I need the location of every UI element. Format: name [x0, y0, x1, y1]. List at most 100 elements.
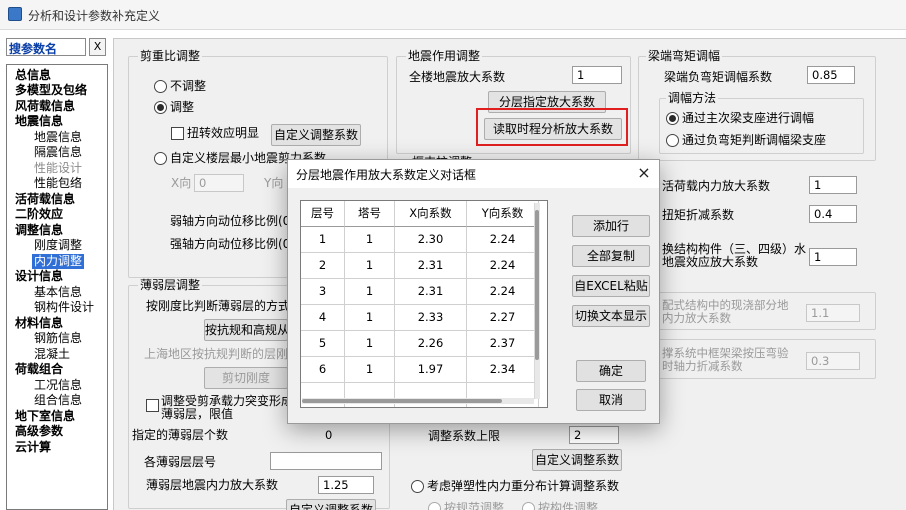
shear-stiffness-dropdown[interactable]: 剪切刚度	[204, 367, 288, 389]
table-cell[interactable]: 2.30	[395, 227, 467, 253]
amplify-label: 薄弱层地震内力放大系数	[146, 478, 279, 492]
search-input[interactable]: 搜参数名	[6, 38, 86, 56]
transfer-input[interactable]: 1	[809, 248, 857, 266]
tree-item-material[interactable]: 材料信息	[15, 316, 63, 331]
table-cell-empty[interactable]	[467, 383, 539, 407]
by-code-dropdown[interactable]: 按抗规和高规从	[204, 319, 288, 341]
adjust-radio[interactable]	[154, 101, 167, 114]
x-dir-label: X向	[171, 176, 192, 190]
tree-item-advanced[interactable]: 高级参数	[15, 424, 63, 439]
tree-item-adjustment[interactable]: 调整信息	[15, 223, 63, 238]
weak-custom-coef-button[interactable]: 自定义调整系数	[286, 499, 376, 510]
layer-amplify-dialog: 分层地震作用放大系数定义对话框 × 层号 塔号 X向系数 Y向系数 1 1 2.…	[287, 159, 660, 424]
dialog-close-icon[interactable]: ×	[634, 163, 654, 183]
tree-item-wind[interactable]: 风荷载信息	[15, 99, 75, 114]
by-neg-moment-radio[interactable]	[666, 134, 679, 147]
table-cell[interactable]: 1	[345, 357, 395, 383]
table-vertical-scroll-thumb[interactable]	[535, 210, 539, 360]
by-stiffness-label: 按刚度比判断薄弱层的方式	[146, 299, 291, 313]
tree-item-general[interactable]: 总信息	[15, 68, 51, 83]
tree-item-combinations[interactable]: 组合信息	[34, 393, 82, 408]
tree-item-live-load[interactable]: 活荷载信息	[15, 192, 75, 207]
tree-item-isolation[interactable]: 隔震信息	[34, 145, 82, 160]
x-dir-input[interactable]: 0	[194, 174, 244, 192]
global-amplify-input[interactable]: 1	[572, 66, 622, 84]
by-code-radio[interactable]	[428, 502, 441, 510]
tree-item-performance-envelope[interactable]: 性能包络	[34, 176, 82, 191]
frame-custom-coef-button[interactable]: 自定义调整系数	[532, 449, 622, 471]
table-cell[interactable]: 1.97	[395, 357, 467, 383]
tree-item-multimodel[interactable]: 多模型及包络	[15, 83, 87, 98]
tree-item-basic[interactable]: 基本信息	[34, 285, 82, 300]
table-cell[interactable]: 2.37	[467, 331, 539, 357]
table-cell[interactable]: 6	[301, 357, 345, 383]
table-cell[interactable]: 2.24	[467, 227, 539, 253]
by-main-beam-label: 通过主次梁支座进行调幅	[682, 111, 815, 125]
table-cell[interactable]: 1	[345, 305, 395, 331]
table-cell[interactable]: 2.31	[395, 279, 467, 305]
cancel-button[interactable]: 取消	[576, 389, 646, 411]
table-cell-empty[interactable]	[345, 383, 395, 407]
table-cell[interactable]: 1	[345, 279, 395, 305]
table-cell[interactable]: 2.26	[395, 331, 467, 357]
toggle-text-button[interactable]: 切换文本显示	[572, 305, 650, 327]
search-clear-button[interactable]: X	[89, 38, 106, 56]
ok-button[interactable]: 确定	[576, 360, 646, 382]
tree-item-seismic-info[interactable]: 地震信息	[34, 130, 82, 145]
table-cell[interactable]: 2.33	[395, 305, 467, 331]
table-cell-empty[interactable]	[395, 383, 467, 407]
paste-excel-button[interactable]: 自EXCEL粘贴	[572, 275, 650, 297]
elastic-plastic-radio[interactable]	[411, 480, 424, 493]
live-load-input[interactable]: 1	[809, 176, 857, 194]
tree-item-performance-design[interactable]: 性能设计	[34, 161, 82, 176]
table-cell[interactable]: 2.31	[395, 253, 467, 279]
tree-item-load-combo[interactable]: 荷载组合	[15, 362, 63, 377]
tree-item-seismic[interactable]: 地震信息	[15, 114, 63, 129]
table-cell[interactable]: 1	[345, 227, 395, 253]
table-cell[interactable]: 2.27	[467, 305, 539, 331]
table-horizontal-scroll-thumb[interactable]	[302, 399, 502, 403]
tree-item-steel-design[interactable]: 钢构件设计	[34, 300, 94, 315]
tree-item-second-order[interactable]: 二阶效应	[15, 207, 63, 222]
by-member-radio[interactable]	[522, 502, 535, 510]
tree-item-concrete[interactable]: 混凝土	[34, 347, 70, 362]
table-cell[interactable]: 4	[301, 305, 345, 331]
layer-numbers-input[interactable]	[270, 452, 382, 470]
table-cell[interactable]: 2	[301, 253, 345, 279]
copy-all-button[interactable]: 全部复制	[572, 245, 650, 267]
upper-limit-input[interactable]: 2	[569, 426, 619, 444]
tree-item-design[interactable]: 设计信息	[15, 269, 63, 284]
capacity-checkbox[interactable]	[146, 399, 159, 412]
table-cell[interactable]: 1	[301, 227, 345, 253]
table-cell-empty[interactable]	[301, 383, 345, 407]
add-row-button[interactable]: 添加行	[572, 215, 650, 237]
y-dir-label: Y向	[264, 176, 284, 190]
specified-count-input[interactable]: 0	[272, 426, 360, 444]
table-cell[interactable]: 3	[301, 279, 345, 305]
amplify-input[interactable]: 1.25	[318, 476, 374, 494]
neg-moment-input[interactable]: 0.85	[807, 66, 855, 84]
tree-item-rebar[interactable]: 钢筋信息	[34, 331, 82, 346]
by-main-beam-radio[interactable]	[666, 112, 679, 125]
table-cell[interactable]: 5	[301, 331, 345, 357]
strong-axis-label: 强轴方向动位移比例(0	[170, 237, 291, 251]
custom-floor-radio[interactable]	[154, 152, 167, 165]
tree-item-stiffness-adjust[interactable]: 刚度调整	[34, 238, 82, 253]
app-icon	[8, 7, 22, 21]
torsion-checkbox[interactable]	[171, 127, 184, 140]
tree-item-cloud[interactable]: 云计算	[15, 440, 51, 455]
table-cell[interactable]: 1	[345, 331, 395, 357]
table-cell[interactable]: 1	[345, 253, 395, 279]
table-cell[interactable]: 2.34	[467, 357, 539, 383]
table-cell[interactable]: 2.24	[467, 279, 539, 305]
shear-custom-coef-button[interactable]: 自定义调整系数	[271, 124, 361, 146]
table-cell[interactable]: 2.24	[467, 253, 539, 279]
precast-input[interactable]: 1.1	[806, 304, 860, 322]
torsion-reduction-input[interactable]: 0.4	[809, 205, 857, 223]
tree-item-load-cases[interactable]: 工况信息	[34, 378, 82, 393]
by-neg-moment-label: 通过负弯矩判断调幅梁支座	[682, 133, 827, 147]
frame-reduction-input[interactable]: 0.3	[806, 352, 860, 370]
no-adjust-radio[interactable]	[154, 80, 167, 93]
tree-item-basement[interactable]: 地下室信息	[15, 409, 75, 424]
tree-item-internal-force-adjust[interactable]: 内力调整	[32, 254, 85, 269]
